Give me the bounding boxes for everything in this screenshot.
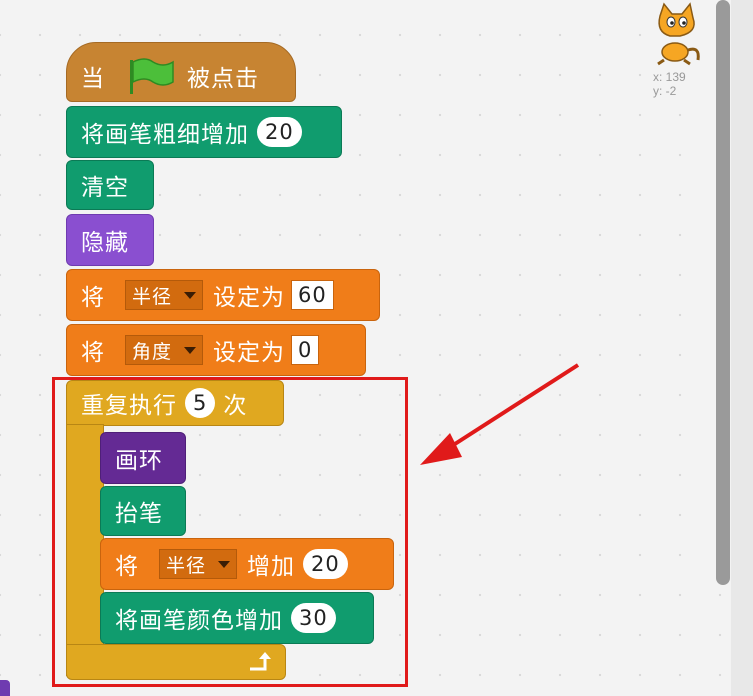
dropdown-arrow-icon — [184, 291, 197, 299]
set-radius-block[interactable]: 将 半径 设定为 60 — [66, 269, 380, 321]
set-angle-input[interactable]: 0 — [291, 335, 320, 365]
clear-block[interactable]: 清空 — [66, 160, 154, 210]
set-angle-mid: 设定为 — [213, 340, 286, 366]
set-radius-prefix: 将 — [81, 285, 105, 311]
hat-prefix: 当 — [81, 66, 105, 92]
right-edge — [731, 0, 753, 696]
vertical-scrollbar[interactable] — [716, 0, 730, 585]
radius-variable-name: 半径 — [132, 285, 173, 308]
when-flag-clicked-block[interactable]: 当 被点击 — [66, 42, 296, 102]
set-angle-block[interactable]: 将 角度 设定为 0 — [66, 324, 366, 376]
angle-variable-name: 角度 — [132, 340, 173, 363]
angle-variable-dropdown[interactable]: 角度 — [125, 335, 204, 365]
set-angle-prefix: 将 — [81, 340, 105, 366]
sprite-y: y: -2 — [653, 84, 677, 98]
clear-label: 清空 — [81, 175, 129, 201]
radius-variable-dropdown[interactable]: 半径 — [125, 280, 204, 310]
highlight-box — [52, 377, 408, 687]
hat-suffix: 被点击 — [187, 66, 259, 92]
dropdown-arrow-icon — [184, 346, 197, 354]
hide-label: 隐藏 — [81, 230, 129, 256]
cat-sprite-icon — [657, 2, 700, 66]
pen-size-input[interactable]: 20 — [257, 117, 302, 147]
set-radius-mid: 设定为 — [213, 285, 286, 311]
partial-block-fragment — [0, 680, 10, 696]
sprite-coordinates: x: 139 y: -2 — [653, 70, 686, 98]
set-radius-input[interactable]: 60 — [291, 280, 334, 310]
change-pen-size-block[interactable]: 将画笔粗细增加 20 — [66, 106, 342, 158]
sprite-x: x: 139 — [653, 70, 686, 84]
green-flag-icon — [130, 58, 174, 94]
hide-block[interactable]: 隐藏 — [66, 214, 154, 266]
red-arrow-icon — [420, 363, 580, 465]
pen-size-label: 将画笔粗细增加 — [81, 122, 249, 148]
